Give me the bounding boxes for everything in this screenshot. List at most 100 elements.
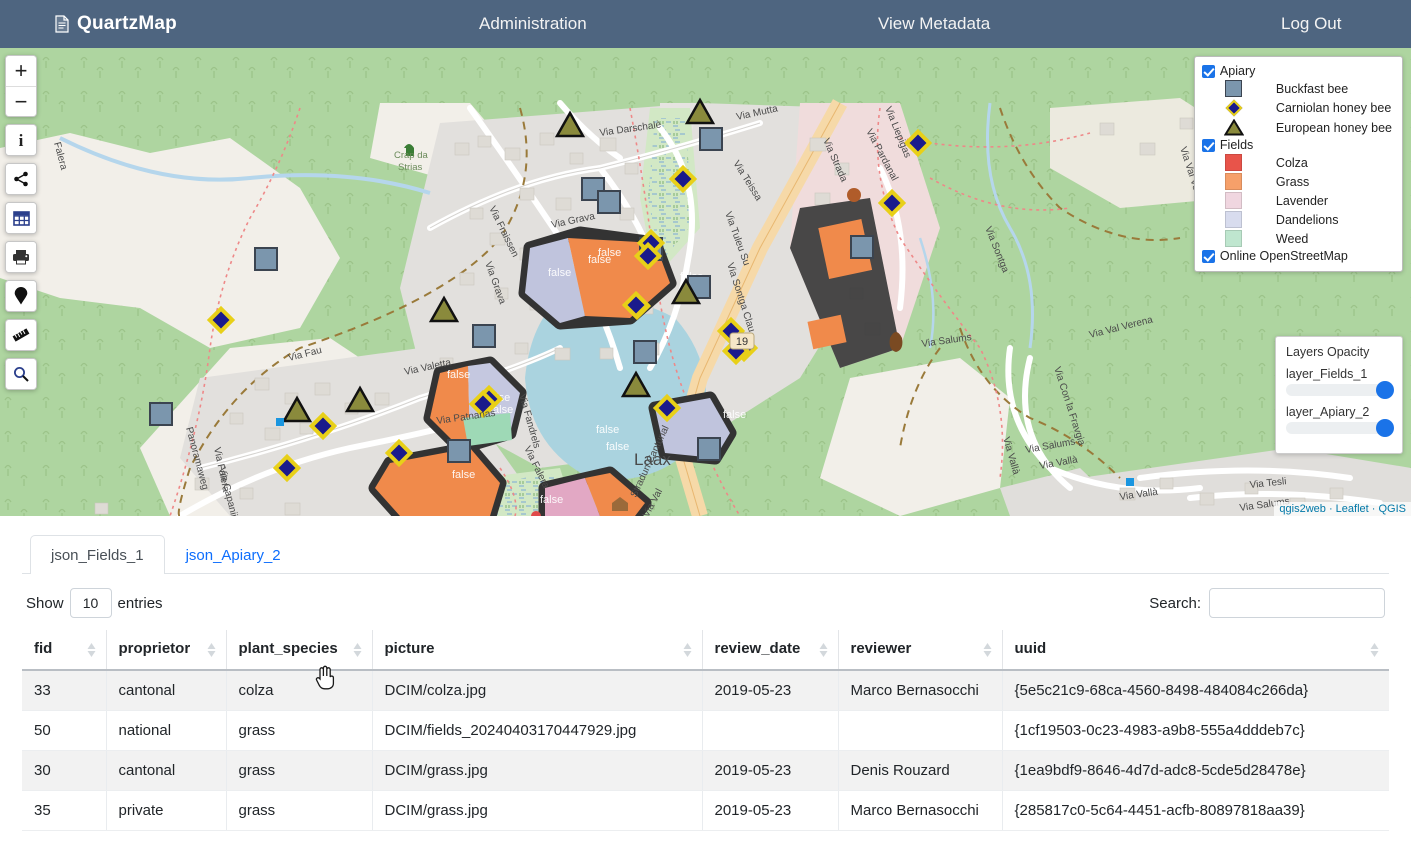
legend-item-label: Carniolan honey bee xyxy=(1275,101,1392,115)
marker-control[interactable] xyxy=(5,280,37,312)
legend-checkbox-openstreetmap[interactable] xyxy=(1201,249,1215,263)
marker-pin-icon[interactable] xyxy=(6,281,36,311)
cell-picture: DCIM/grass.jpg xyxy=(371,750,702,791)
sort-icon xyxy=(207,642,216,658)
attribute-table: fid proprietor plant_species picture rev… xyxy=(22,630,1389,831)
opacity-slider-fields-knob[interactable] xyxy=(1376,381,1394,399)
cell-plant-species: colza xyxy=(225,670,372,711)
search-control[interactable] xyxy=(5,358,37,390)
sort-icon xyxy=(819,642,828,658)
print-icon[interactable] xyxy=(6,242,36,272)
info-icon[interactable]: i xyxy=(6,125,36,155)
column-header-reviewer[interactable]: reviewer xyxy=(837,630,1002,671)
sort-icon xyxy=(353,642,362,658)
map-toolbar[interactable]: + − i xyxy=(5,55,37,390)
cell-uuid: {285817c0-5c64-4451-acfb-80897818aa39} xyxy=(1001,790,1389,831)
table-row[interactable]: 50 national grass DCIM/fields_2024040317… xyxy=(22,710,1389,751)
nav-view-metadata[interactable]: View Metadata xyxy=(878,14,990,34)
share-control[interactable] xyxy=(5,163,37,195)
measure-control[interactable] xyxy=(5,319,37,351)
cell-proprietor: national xyxy=(105,710,226,751)
opacity-label-fields: layer_Fields_1 xyxy=(1286,367,1368,381)
legend-item-carniolan-honey-bee: Carniolan honey bee xyxy=(1202,98,1392,118)
measure-ruler-icon[interactable] xyxy=(6,320,36,350)
legend-item-label: Dandelions xyxy=(1275,212,1339,227)
cell-review-date: 2019-05-23 xyxy=(701,790,838,831)
svg-text:false: false xyxy=(606,441,629,453)
zoom-control[interactable]: + − xyxy=(5,55,37,117)
legend-group-fields[interactable]: Fields xyxy=(1201,137,1392,153)
lavender-swatch-icon xyxy=(1214,192,1254,209)
search-input[interactable] xyxy=(1209,588,1385,618)
column-label: uuid xyxy=(1014,640,1047,657)
sort-icon xyxy=(683,642,692,658)
svg-text:Crap da: Crap da xyxy=(394,150,429,161)
page-length-control[interactable]: Show entries xyxy=(26,588,163,618)
table-row[interactable]: 35 private grass DCIM/grass.jpg 2019-05-… xyxy=(22,790,1389,831)
opacity-slider-apiary[interactable] xyxy=(1286,419,1394,437)
tab-json-apiary-2[interactable]: json_Apiary_2 xyxy=(165,535,302,574)
dandelions-swatch-icon xyxy=(1214,211,1254,228)
column-header-proprietor[interactable]: proprietor xyxy=(105,630,226,671)
column-header-uuid[interactable]: uuid xyxy=(1001,630,1389,671)
attribution-qgis2web[interactable]: qgis2web xyxy=(1279,503,1325,515)
legend-checkbox-apiary[interactable] xyxy=(1201,64,1215,78)
legend-item-european-honey-bee: European honey bee xyxy=(1202,118,1392,137)
info-control[interactable]: i xyxy=(5,124,37,156)
map-legend[interactable]: Apiary Buckfast bee Carniolan honey bee … xyxy=(1193,56,1403,272)
map-viewport[interactable]: false false false false false false false fa… xyxy=(0,48,1411,516)
column-header-review-date[interactable]: review_date xyxy=(701,630,838,671)
opacity-slider-fields[interactable] xyxy=(1286,381,1394,399)
layers-opacity-panel[interactable]: Layers Opacity layer_Fields_1 layer_Apia… xyxy=(1275,336,1403,454)
share-icon[interactable] xyxy=(6,164,36,194)
table-row[interactable]: 30 cantonal grass DCIM/grass.jpg 2019-05… xyxy=(22,750,1389,791)
table-row[interactable]: 33 cantonal colza DCIM/colza.jpg 2019-05… xyxy=(22,670,1389,711)
attribution-leaflet[interactable]: Leaflet xyxy=(1336,503,1369,515)
column-label: picture xyxy=(384,640,435,657)
legend-item-label: Grass xyxy=(1275,174,1310,189)
cell-uuid: {1cf19503-0c23-4983-a9b8-555a4dddeb7c} xyxy=(1001,710,1389,751)
attribute-table-control[interactable] xyxy=(5,202,37,234)
legend-item-colza: Colza xyxy=(1202,153,1392,172)
search-icon[interactable] xyxy=(6,359,36,389)
print-control[interactable] xyxy=(5,241,37,273)
search-control-wrap[interactable]: Search: xyxy=(1149,588,1385,618)
sort-icon xyxy=(983,642,992,658)
tab-json-fields-1[interactable]: json_Fields_1 xyxy=(30,535,165,574)
triangle-symbol-icon xyxy=(1214,119,1254,136)
opacity-panel-title: Layers Opacity xyxy=(1286,345,1370,359)
legend-item-label: Colza xyxy=(1275,155,1308,170)
nav-administration[interactable]: Administration xyxy=(479,14,587,34)
zoom-out-icon[interactable]: − xyxy=(6,86,36,116)
opacity-slider-apiary-knob[interactable] xyxy=(1376,419,1394,437)
cell-picture: DCIM/colza.jpg xyxy=(371,670,702,711)
nav-log-out[interactable]: Log Out xyxy=(1281,14,1342,34)
document-icon xyxy=(55,15,69,33)
legend-group-online-openstreetmap[interactable]: Online OpenStreetMap xyxy=(1201,248,1392,264)
legend-item-label: Buckfast bee xyxy=(1275,81,1349,96)
column-header-plant-species[interactable]: plant_species xyxy=(225,630,372,671)
colza-swatch-icon xyxy=(1214,154,1254,171)
legend-item-lavender: Lavender xyxy=(1202,191,1392,210)
legend-group-label: Online OpenStreetMap xyxy=(1219,249,1348,263)
attribution-sep: · xyxy=(1325,503,1336,515)
table-controls: Show entries Search: xyxy=(22,588,1389,618)
legend-checkbox-fields[interactable] xyxy=(1201,138,1215,152)
weed-swatch-icon xyxy=(1214,230,1254,247)
svg-text:false: false xyxy=(540,494,563,506)
column-header-fid[interactable]: fid xyxy=(22,630,106,671)
column-header-picture[interactable]: picture xyxy=(371,630,702,671)
legend-item-label: Lavender xyxy=(1275,193,1329,208)
map-attribution[interactable]: qgis2web · Leaflet · QGIS xyxy=(1274,502,1411,516)
search-label: Search: xyxy=(1149,594,1201,612)
grass-swatch-icon xyxy=(1214,173,1254,190)
app-brand[interactable]: QuartzMap xyxy=(55,13,177,35)
cell-proprietor: cantonal xyxy=(105,670,226,711)
legend-item-label: European honey bee xyxy=(1275,120,1392,135)
attribute-table-icon[interactable] xyxy=(6,203,36,233)
legend-group-apiary[interactable]: Apiary xyxy=(1201,63,1392,79)
layer-tabs[interactable]: json_Fields_1 json_Apiary_2 xyxy=(22,534,1389,574)
page-length-input[interactable] xyxy=(69,588,112,618)
zoom-in-icon[interactable]: + xyxy=(6,56,36,86)
attribution-qgis[interactable]: QGIS xyxy=(1378,503,1406,515)
